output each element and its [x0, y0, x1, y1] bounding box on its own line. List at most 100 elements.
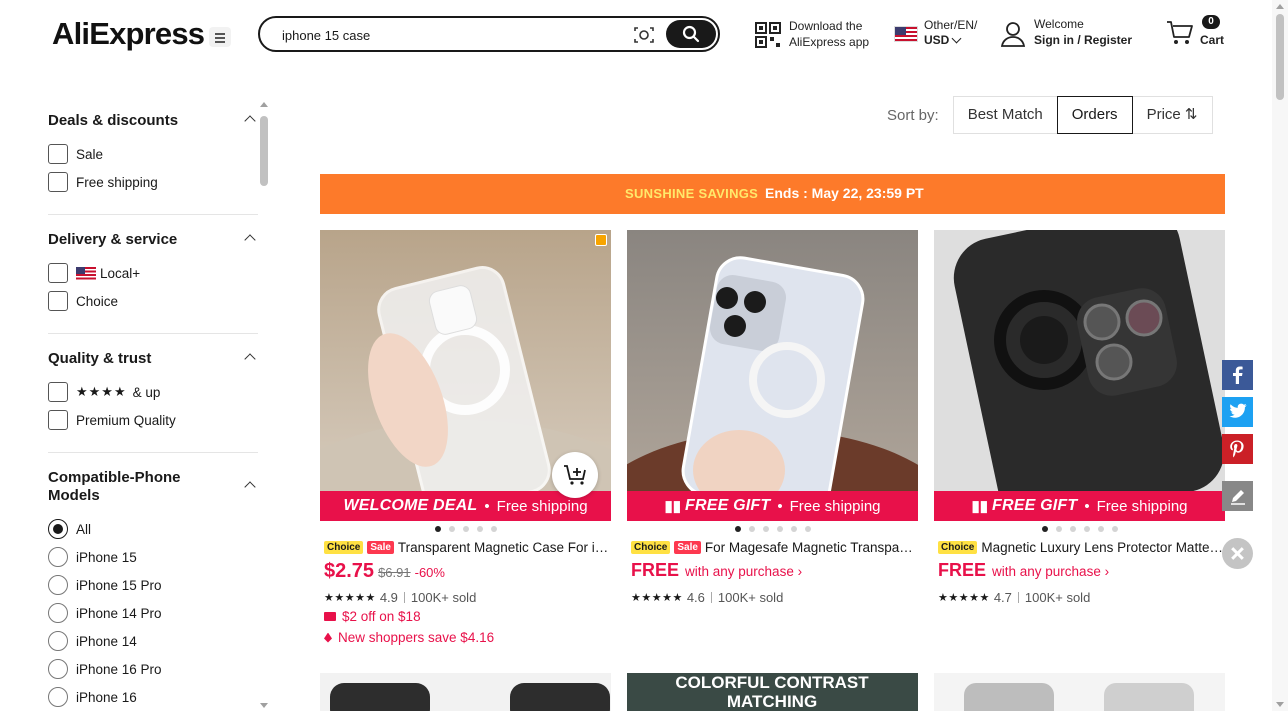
star-rating-icon: ★★★★★ [631, 591, 683, 604]
filter-sale[interactable]: Sale [48, 140, 258, 168]
image-carousel-dots[interactable] [934, 526, 1225, 532]
price-row: FREE with any purchase › [631, 560, 802, 584]
product-card[interactable] [934, 673, 1225, 711]
sale-tag: Sale [367, 540, 394, 554]
search-button[interactable] [666, 20, 716, 48]
model-option[interactable]: iPhone 15 Pro [48, 571, 258, 599]
product-image[interactable] [934, 673, 1225, 711]
promo-banner[interactable]: SUNSHINE SAVINGS Ends : May 22, 23:59 PT [320, 174, 1225, 214]
page-scrollbar[interactable] [1272, 0, 1288, 711]
product-card[interactable]: ▮▮ FREE GIFT • Free shipping Choice Magn… [934, 230, 1225, 650]
sort-price[interactable]: Price ⇅ [1131, 96, 1213, 134]
radio-button[interactable] [48, 659, 68, 679]
radio-button[interactable] [48, 631, 68, 651]
scroll-up-arrow-icon[interactable] [1276, 4, 1284, 9]
model-option[interactable]: iPhone 16 [48, 683, 258, 711]
download-app-link[interactable]: Download the AliExpress app [755, 18, 885, 50]
sort-arrows-icon: ⇅ [1184, 106, 1198, 123]
filter-choice[interactable]: Choice [48, 287, 258, 315]
sort-best-match[interactable]: Best Match [952, 96, 1058, 134]
cart-button[interactable]: 0 Cart [1166, 14, 1230, 52]
twitter-share-button[interactable] [1222, 397, 1253, 427]
product-card[interactable] [320, 673, 611, 711]
menu-icon[interactable] [209, 27, 231, 47]
product-card[interactable]: ▮▮ FREE GIFT • Free shipping Choice Sale… [627, 230, 918, 650]
section-title: Compatible-Phone Models [48, 469, 181, 504]
checkbox[interactable] [48, 291, 68, 311]
gift-icon: ▮▮ [971, 498, 988, 515]
facebook-share-button[interactable] [1222, 360, 1253, 390]
sold-count: 100K+ sold [1024, 589, 1091, 605]
deals-section: Deals & discounts Sale Free shipping [48, 96, 258, 215]
free-with-purchase-link[interactable]: with any purchase › [685, 564, 802, 579]
radio-button[interactable] [48, 575, 68, 595]
radio-button[interactable] [48, 547, 68, 567]
models-section: Compatible-Phone Models All iPhone 15 iP… [48, 453, 258, 711]
checkbox[interactable] [48, 382, 68, 402]
image-carousel-dots[interactable] [320, 526, 611, 532]
product-title-text: For Magesafe Magnetic Transparent Case [704, 539, 916, 555]
signin-register-link[interactable]: Sign in / Register [1034, 33, 1132, 47]
product-title[interactable]: Choice Magnetic Luxury Lens Protector Ma… [938, 538, 1223, 556]
choice-tag: Choice [631, 540, 671, 554]
model-option[interactable]: iPhone 15 [48, 543, 258, 571]
coupon-icon [324, 612, 336, 621]
checkbox[interactable] [48, 172, 68, 192]
scrollbar-thumb[interactable] [260, 116, 268, 186]
product-card[interactable]: COLORFUL CONTRAST MATCHING [627, 673, 918, 711]
pinterest-share-button[interactable] [1222, 434, 1253, 464]
search-input[interactable] [282, 25, 612, 45]
free-with-purchase-link[interactable]: with any purchase › [992, 564, 1109, 579]
ad-badge-icon [595, 234, 607, 246]
filter-sidebar: Deals & discounts Sale Free shipping Del… [0, 96, 272, 711]
model-option-all[interactable]: All [48, 515, 258, 543]
sold-count: 100K+ sold [410, 589, 477, 605]
edit-note-button[interactable] [1222, 481, 1253, 511]
account-menu[interactable]: Welcome Sign in / Register [1000, 16, 1140, 50]
sidebar-scrollbar[interactable] [258, 102, 270, 711]
scrollbar-thumb[interactable] [1276, 14, 1284, 100]
radio-button[interactable] [48, 687, 68, 707]
option-label: Sale [76, 146, 104, 162]
product-card[interactable]: WELCOME DEAL • Free shipping Choice Sale… [320, 230, 611, 650]
locale-language: Other/EN/ [924, 18, 978, 32]
product-title[interactable]: Choice Sale For Magesafe Magnetic Transp… [631, 538, 916, 556]
camera-search-icon[interactable] [634, 26, 654, 44]
radio-button[interactable] [48, 603, 68, 623]
checkbox[interactable] [48, 410, 68, 430]
locale-selector[interactable]: Other/EN/ USD [894, 16, 994, 50]
header: AliExpress Download the AliExpress app O… [0, 0, 1272, 70]
image-carousel-dots[interactable] [627, 526, 918, 532]
promo-strip: ▮▮ FREE GIFT • Free shipping [934, 491, 1225, 521]
strip-deal: FREE GIFT [992, 497, 1078, 514]
checkbox[interactable] [48, 263, 68, 283]
filter-free-shipping[interactable]: Free shipping [48, 168, 258, 196]
model-option[interactable]: iPhone 16 Pro [48, 655, 258, 683]
product-image[interactable]: ▮▮ FREE GIFT • Free shipping [934, 230, 1225, 521]
scroll-down-arrow-icon[interactable] [260, 703, 268, 708]
filter-four-stars[interactable]: ★★★★ & up [48, 378, 258, 406]
sort-orders[interactable]: Orders [1056, 96, 1133, 134]
gift-icon: ▮▮ [664, 498, 681, 515]
us-flag-icon [894, 26, 918, 42]
star-rating-icon: ★★★★ [76, 384, 127, 399]
product-image[interactable] [320, 673, 611, 711]
option-label: Local+ [100, 265, 141, 281]
model-option[interactable]: iPhone 14 Pro [48, 599, 258, 627]
model-option[interactable]: iPhone 14 [48, 627, 258, 655]
add-to-cart-button[interactable] [552, 452, 598, 498]
scroll-down-arrow-icon[interactable] [1276, 702, 1284, 707]
rating-value: 4.6 [686, 589, 705, 605]
aliexpress-logo[interactable]: AliExpress [52, 16, 205, 52]
radio-button[interactable] [48, 519, 68, 539]
welcome-text: Welcome [1034, 17, 1084, 31]
filter-local-plus[interactable]: Local+ [48, 259, 258, 287]
checkbox[interactable] [48, 144, 68, 164]
scroll-up-arrow-icon[interactable] [260, 102, 268, 107]
product-title[interactable]: Choice Sale Transparent Magnetic Case Fo… [324, 538, 609, 556]
close-share-button[interactable] [1222, 538, 1253, 569]
sort-label: Sort by: [887, 106, 939, 124]
section-title: Quality & trust [48, 350, 152, 367]
product-image[interactable]: ▮▮ FREE GIFT • Free shipping [627, 230, 918, 521]
filter-premium-quality[interactable]: Premium Quality [48, 406, 258, 434]
